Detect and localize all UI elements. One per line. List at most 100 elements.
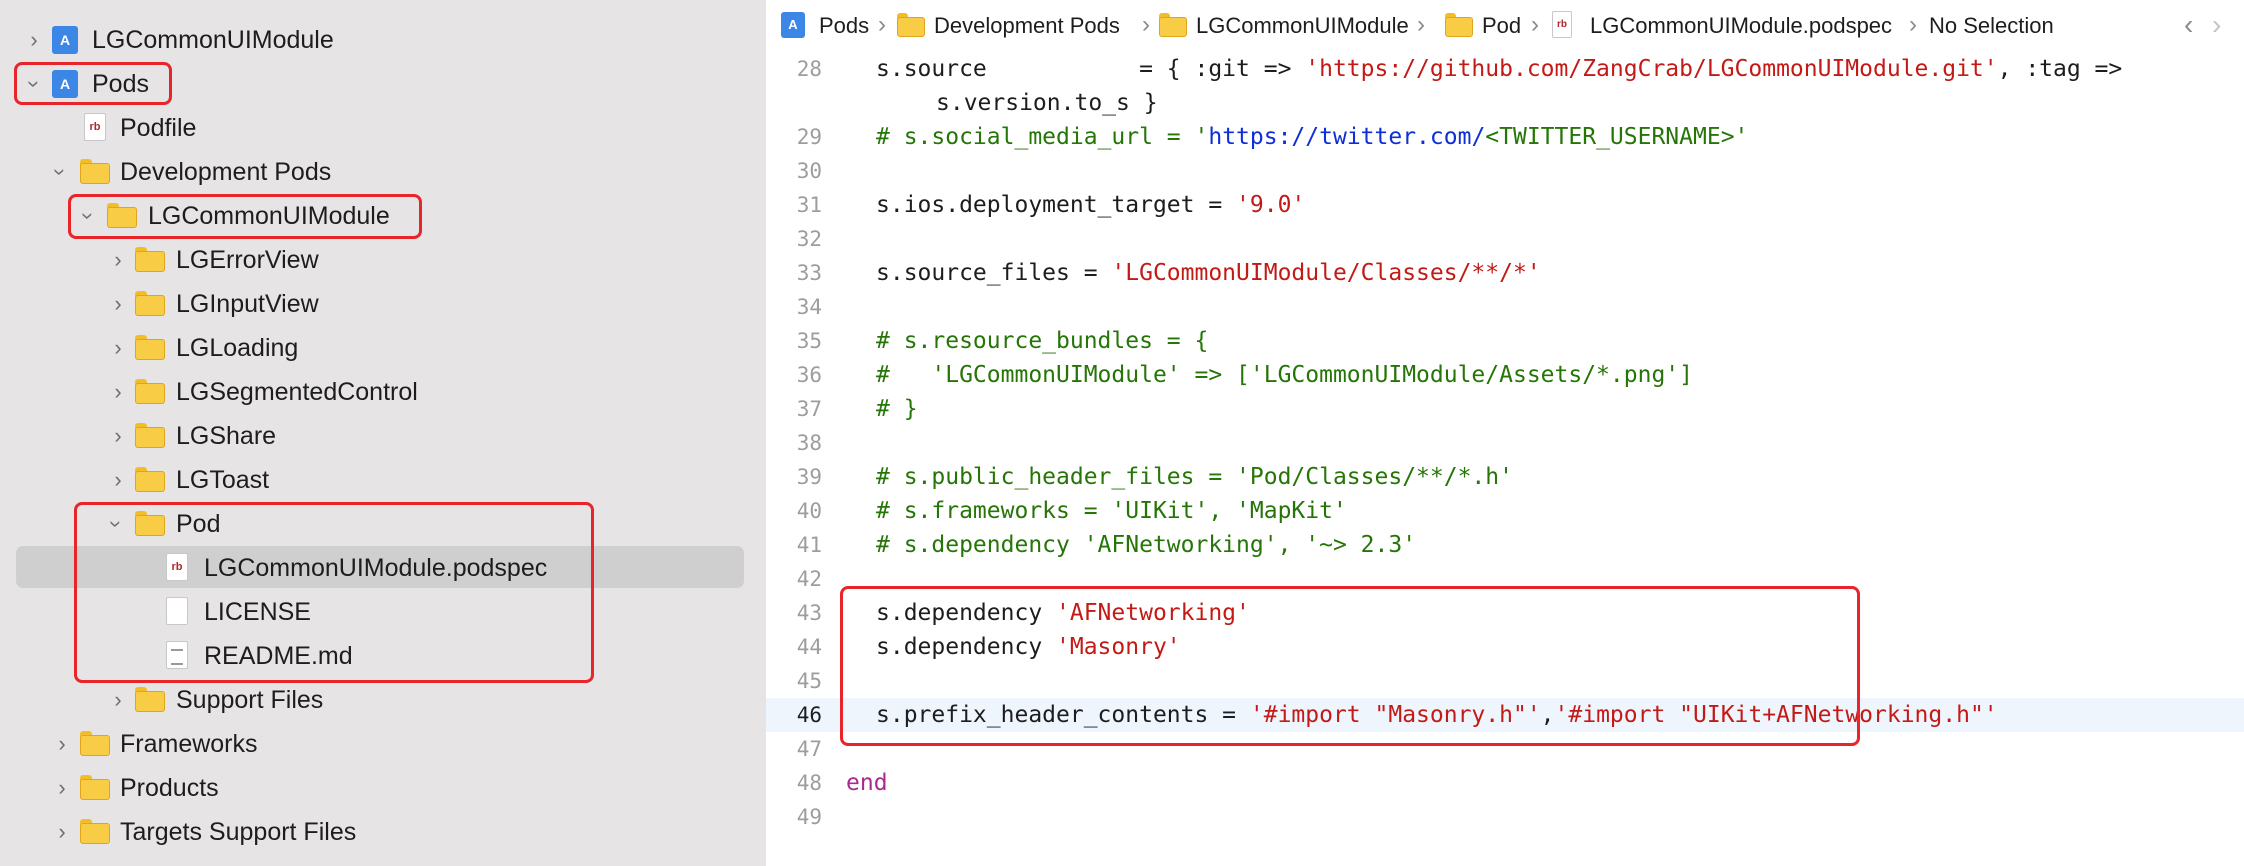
tree-item-lgerrorview[interactable]: › LGErrorView bbox=[0, 238, 766, 282]
chevron-right-icon[interactable]: › bbox=[106, 282, 130, 326]
chevron-right-icon[interactable]: › bbox=[106, 414, 130, 458]
tree-item-lgsegmentedcontrol[interactable]: › LGSegmentedControl bbox=[0, 370, 766, 414]
breadcrumb-separator: › bbox=[1142, 11, 1150, 38]
forward-arrow-icon[interactable]: › bbox=[2212, 0, 2221, 52]
tree-item-support-files[interactable]: › Support Files bbox=[0, 678, 766, 722]
chevron-right-icon[interactable]: › bbox=[106, 238, 130, 282]
callout-pod-folder bbox=[74, 502, 594, 683]
breadcrumb-lgcommonuimodule[interactable]: LGCommonUIModule bbox=[1196, 0, 1409, 52]
back-arrow-icon[interactable]: ‹ bbox=[2184, 0, 2193, 52]
line-number: 47 bbox=[796, 737, 822, 761]
line-number: 44 bbox=[796, 635, 822, 659]
chevron-right-icon[interactable]: › bbox=[106, 326, 130, 370]
folder-icon bbox=[80, 159, 110, 184]
code-line-34: 34 bbox=[766, 290, 2244, 324]
tree-item-label: LGSegmentedControl bbox=[176, 378, 418, 406]
tree-item-lgloading[interactable]: › LGLoading bbox=[0, 326, 766, 370]
code-comment: # s.resource_bundles = { bbox=[876, 328, 1209, 354]
folder-icon bbox=[135, 687, 165, 712]
xcode-project-icon: A bbox=[781, 12, 805, 38]
line-number: 37 bbox=[796, 397, 822, 421]
code-line-30: 30 bbox=[766, 154, 2244, 188]
tree-item-label: Development Pods bbox=[120, 158, 332, 186]
breadcrumb-podspec[interactable]: LGCommonUIModule.podspec bbox=[1590, 0, 1892, 52]
tree-item-frameworks[interactable]: › Frameworks bbox=[0, 722, 766, 766]
chevron-down-icon[interactable]: › bbox=[38, 160, 82, 184]
chevron-right-icon[interactable]: › bbox=[50, 810, 74, 854]
tree-item-lgcommonuimodule-project[interactable]: › A LGCommonUIModule bbox=[0, 18, 766, 62]
code-comment: # s.dependency 'AFNetworking', '~> 2.3' bbox=[876, 532, 1417, 558]
chevron-right-icon[interactable]: › bbox=[106, 678, 130, 722]
chevron-right-icon[interactable]: › bbox=[50, 766, 74, 810]
chevron-right-icon[interactable]: › bbox=[106, 458, 130, 502]
code-line-41: 41 # s.dependency 'AFNetworking', '~> 2.… bbox=[766, 528, 2244, 562]
line-number: 33 bbox=[796, 261, 822, 285]
line-number: 46 bbox=[796, 703, 822, 727]
code-string: 'LGCommonUIModule/Classes/**/*' bbox=[1111, 260, 1541, 286]
callout-lgcommonuimodule bbox=[68, 194, 422, 239]
tree-item-lgtoast[interactable]: › LGToast bbox=[0, 458, 766, 502]
breadcrumb-pod[interactable]: Pod bbox=[1482, 0, 1521, 52]
line-number: 28 bbox=[796, 57, 822, 81]
code-string: '9.0' bbox=[1236, 192, 1306, 218]
line-number: 38 bbox=[796, 431, 822, 455]
tree-item-lginputview[interactable]: › LGInputView bbox=[0, 282, 766, 326]
breadcrumb-separator: › bbox=[1531, 11, 1539, 38]
folder-icon bbox=[1159, 13, 1187, 37]
tree-item-targets-support-files[interactable]: › Targets Support Files bbox=[0, 810, 766, 854]
tree-item-podfile[interactable]: rb Podfile bbox=[0, 106, 766, 150]
folder-icon bbox=[135, 247, 165, 272]
code-plain: s.ios.deployment_target = bbox=[876, 192, 1237, 218]
line-number: 45 bbox=[796, 669, 822, 693]
callout-pods bbox=[14, 62, 172, 105]
breadcrumb-pods[interactable]: Pods bbox=[819, 0, 869, 52]
xcode-project-icon: A bbox=[52, 26, 78, 54]
folder-icon bbox=[135, 467, 165, 492]
code-line-33: 33 s.source_files = 'LGCommonUIModule/Cl… bbox=[766, 256, 2244, 290]
ruby-file-icon: rb bbox=[84, 113, 106, 141]
code-line-38: 38 bbox=[766, 426, 2244, 460]
line-number: 48 bbox=[796, 771, 822, 795]
chevron-right-icon[interactable]: › bbox=[22, 18, 46, 62]
code-comment: <TWITTER_USERNAME>' bbox=[1485, 124, 1749, 150]
breadcrumb-development-pods[interactable]: Development Pods bbox=[934, 0, 1120, 52]
breadcrumb-no-selection[interactable]: No Selection bbox=[1929, 0, 2054, 52]
code-line-29: 29 # s.social_media_url = 'https://twitt… bbox=[766, 120, 2244, 154]
tree-item-lgshare[interactable]: › LGShare bbox=[0, 414, 766, 458]
code-line-39: 39 # s.public_header_files = 'Pod/Classe… bbox=[766, 460, 2244, 494]
code-plain: , :tag => bbox=[1997, 56, 2123, 82]
line-number: 36 bbox=[796, 363, 822, 387]
chevron-right-icon[interactable]: › bbox=[106, 370, 130, 414]
code-url[interactable]: https://twitter.com/ bbox=[1208, 124, 1485, 150]
breadcrumb-separator: › bbox=[1417, 11, 1425, 38]
code-line-28-wrap: s.version.to_s } bbox=[766, 86, 2244, 120]
code-plain: s.source = { :git => bbox=[876, 56, 1306, 82]
code-keyword: end bbox=[846, 770, 888, 796]
tree-item-products[interactable]: › Products bbox=[0, 766, 766, 810]
code-string: 'https://github.com/ZangCrab/LGCommonUIM… bbox=[1305, 56, 1998, 82]
code-line-40: 40 # s.frameworks = 'UIKit', 'MapKit' bbox=[766, 494, 2244, 528]
line-number: 31 bbox=[796, 193, 822, 217]
jump-bar: A Pods › Development Pods › LGCommonUIMo… bbox=[766, 0, 2244, 53]
folder-icon bbox=[897, 13, 925, 37]
code-text: s.source_files = 'LGCommonUIModule/Class… bbox=[876, 256, 1541, 290]
line-number: 32 bbox=[796, 227, 822, 251]
folder-icon bbox=[80, 819, 110, 844]
code-plain: s.source_files = bbox=[876, 260, 1112, 286]
tree-item-label: Podfile bbox=[120, 114, 197, 142]
tree-item-label: LGInputView bbox=[176, 290, 319, 318]
code-line-49: 49 bbox=[766, 800, 2244, 834]
line-number: 35 bbox=[796, 329, 822, 353]
line-number: 49 bbox=[796, 805, 822, 829]
chevron-right-icon[interactable]: › bbox=[50, 722, 74, 766]
folder-icon bbox=[1445, 13, 1473, 37]
line-number: 43 bbox=[796, 601, 822, 625]
code-comment: # s.public_header_files = 'Pod/Classes/*… bbox=[876, 464, 1513, 490]
tree-item-development-pods[interactable]: › Development Pods bbox=[0, 150, 766, 194]
code-text: s.source = { :git => 'https://github.com… bbox=[876, 52, 2122, 86]
project-navigator: › A LGCommonUIModule › A Pods rb Podfile… bbox=[0, 0, 766, 866]
tree-item-label: LGErrorView bbox=[176, 246, 319, 274]
code-comment: # 'LGCommonUIModule' => ['LGCommonUIModu… bbox=[876, 362, 1693, 388]
tree-item-label: LGCommonUIModule bbox=[92, 26, 334, 54]
code-editor[interactable]: 28 s.source = { :git => 'https://github.… bbox=[766, 52, 2244, 866]
